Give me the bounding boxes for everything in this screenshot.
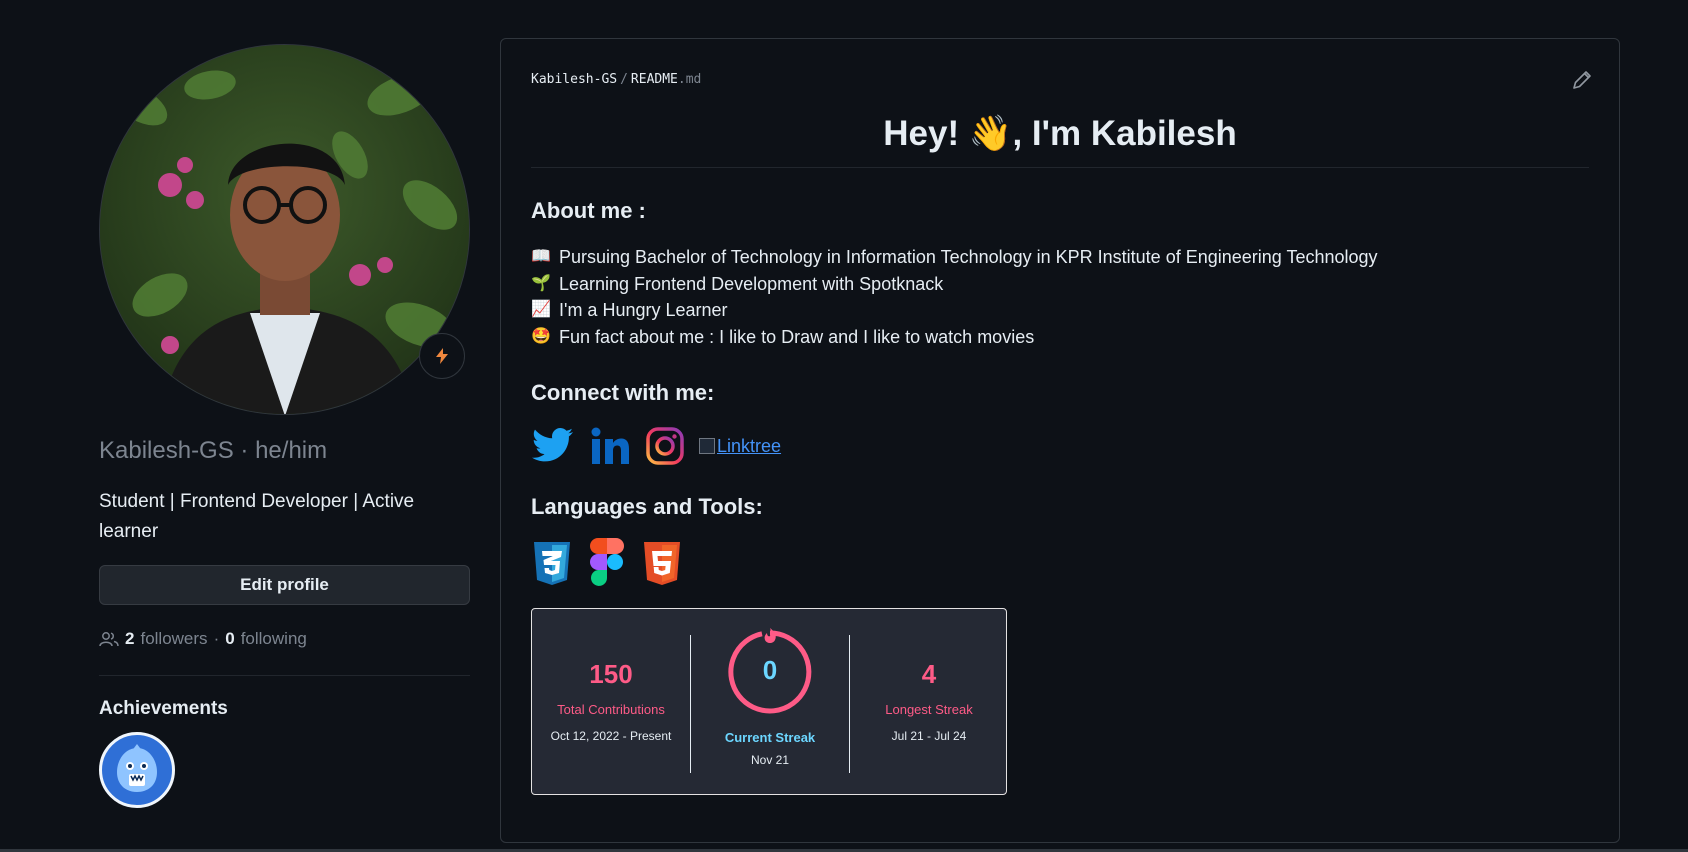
current-streak-value: 0 xyxy=(763,655,777,685)
pronoun-separator: · xyxy=(240,437,249,464)
about-item: 📖 Pursuing Bachelor of Technology in Info… xyxy=(531,244,1589,271)
heading-greeting: Hey! xyxy=(883,114,960,153)
follow-separator: · xyxy=(213,629,220,648)
about-text: Learning Frontend Development with Spotk… xyxy=(559,273,944,294)
pronouns: he/him xyxy=(255,437,328,464)
connect-title: Connect with me: xyxy=(531,380,715,405)
people-icon xyxy=(99,632,119,647)
follow-stats: 2 followers · 0 following xyxy=(99,629,470,649)
profile-sidebar: Kabilesh-GS · he/him Student | Frontend … xyxy=(99,44,470,808)
pencil-icon[interactable] xyxy=(1571,69,1593,91)
twitter-icon[interactable] xyxy=(531,426,575,466)
following-link[interactable]: following xyxy=(241,629,307,649)
about-item: 🌱 Learning Frontend Development with Spot… xyxy=(531,271,1589,298)
book-icon: 📖 xyxy=(531,248,551,265)
readme-panel: Kabilesh-GS / README.md Hey! 👋, I'm Kabile… xyxy=(500,38,1620,843)
readme-heading: Hey! 👋, I'm Kabilesh xyxy=(531,111,1589,168)
following-count[interactable]: 0 xyxy=(225,629,234,649)
followers-link[interactable]: followers xyxy=(140,629,207,649)
heading-name: , I'm Kabilesh xyxy=(1012,114,1237,153)
edit-profile-button[interactable]: Edit profile xyxy=(99,565,470,605)
avatar-container xyxy=(99,44,470,415)
about-text: Pursuing Bachelor of Technology in Infor… xyxy=(559,247,1378,267)
longest-streak-label: Longest Streak xyxy=(885,702,973,717)
current-streak-date: Nov 21 xyxy=(750,753,790,767)
readme-file-ext: .md xyxy=(677,72,702,87)
current-streak-label: Current Streak xyxy=(724,730,816,745)
seedling-icon: 🌱 xyxy=(531,274,551,292)
chart-increasing-icon: 📈 xyxy=(531,301,551,318)
streak-stats-card: 150 Total Contributions Oct 12, 2022 - P… xyxy=(531,608,1007,795)
achievements-title[interactable]: Achievements xyxy=(99,698,470,720)
about-text: Fun fact about me : I like to Draw and I… xyxy=(559,326,1035,347)
total-contributions-column: 150 Total Contributions Oct 12, 2022 - P… xyxy=(532,609,690,743)
html5-icon[interactable] xyxy=(641,540,683,588)
set-status-button[interactable] xyxy=(419,333,465,379)
figma-icon[interactable] xyxy=(587,536,627,588)
achievement-badge[interactable] xyxy=(99,732,175,808)
username: Kabilesh-GS xyxy=(99,437,234,464)
about-title: About me : xyxy=(531,198,646,223)
total-contributions-value: 150 xyxy=(589,659,633,689)
readme-owner-link[interactable]: Kabilesh-GS xyxy=(531,72,617,87)
star-struck-icon: 🤩 xyxy=(531,327,551,345)
total-contributions-range: Oct 12, 2022 - Present xyxy=(550,729,672,743)
languages-title: Languages and Tools: xyxy=(531,494,763,519)
linkedin-icon[interactable] xyxy=(589,426,631,466)
profile-bio: Student | Frontend Developer | Active le… xyxy=(99,491,415,542)
social-links: Linktree xyxy=(531,424,1589,468)
readme-file-name: README xyxy=(630,72,678,87)
linktree-alt-text: Linktree xyxy=(717,435,782,456)
avatar-photo xyxy=(100,45,469,414)
followers-count[interactable]: 2 xyxy=(125,629,134,649)
linktree-link[interactable]: Linktree xyxy=(699,436,781,457)
longest-streak-range: Jul 21 - Jul 24 xyxy=(891,729,967,743)
readme-breadcrumb: Kabilesh-GS / README.md xyxy=(531,72,701,87)
waving-hand-icon: 👋 xyxy=(968,114,1013,153)
zap-icon xyxy=(436,348,448,364)
about-item: 🤩 Fun fact about me : I like to Draw and … xyxy=(531,324,1589,351)
longest-streak-value: 4 xyxy=(921,659,937,689)
streak-ring: 0 xyxy=(728,628,812,714)
current-streak-column: 0 Current Streak Nov 21 xyxy=(691,609,849,767)
avatar[interactable] xyxy=(99,44,470,415)
broken-image-icon xyxy=(699,438,715,454)
instagram-icon[interactable] xyxy=(645,426,685,466)
shark-badge-icon xyxy=(117,744,157,792)
breadcrumb-separator: / xyxy=(620,72,628,87)
about-item: 📈 I'm a Hungry Learner xyxy=(531,297,1589,324)
profile-name-line: Kabilesh-GS · he/him xyxy=(99,437,470,465)
total-contributions-label: Total Contributions xyxy=(557,702,665,717)
readme-content: Hey! 👋, I'm Kabilesh About me : 📖 Pursuin… xyxy=(531,111,1589,795)
about-list: 📖 Pursuing Bachelor of Technology in Info… xyxy=(531,244,1589,350)
longest-streak-column: 4 Longest Streak Jul 21 - Jul 24 xyxy=(850,609,1008,743)
languages-tools xyxy=(531,536,1589,588)
css3-icon[interactable] xyxy=(531,540,573,588)
sidebar-divider xyxy=(99,675,470,676)
about-text: I'm a Hungry Learner xyxy=(559,300,728,320)
